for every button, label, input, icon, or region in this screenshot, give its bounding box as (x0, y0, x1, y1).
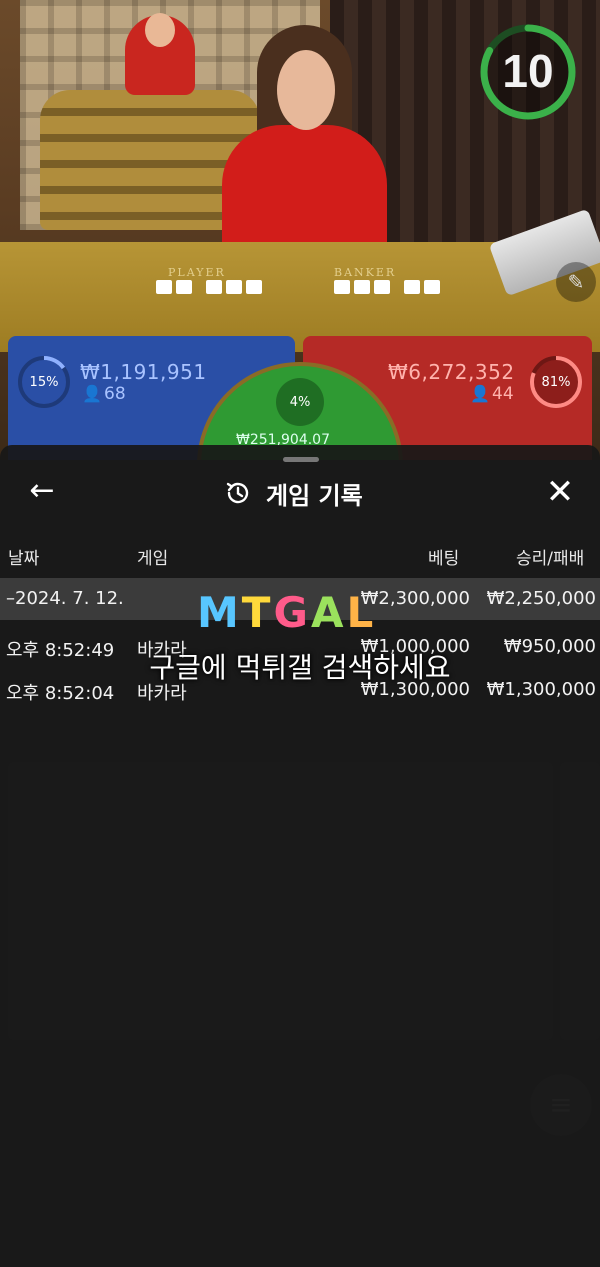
arrow-left-icon[interactable]: ← (22, 476, 62, 510)
playing-card (374, 280, 390, 294)
column-header-bet: 베팅 (428, 549, 460, 569)
playing-card (334, 280, 350, 294)
watermark-text: 구글에 먹튀갤 검색하세요 (149, 651, 451, 684)
sheet-title-bar: 게임 기록 (224, 476, 363, 510)
playing-card (404, 280, 420, 294)
playing-card (424, 280, 440, 294)
column-header-game: 게임 (137, 549, 169, 569)
sheet-drag-handle[interactable] (283, 457, 319, 462)
playing-card (206, 280, 222, 294)
history-date: –2024. 7. 12. (6, 588, 124, 609)
column-header-date: 날짜 (8, 549, 40, 569)
dealer (222, 20, 387, 260)
column-header-result: 승리/패배 (516, 549, 585, 569)
user-icon: 👤 (470, 384, 490, 403)
banker-bet-total: ₩6,272,352 (388, 360, 515, 384)
player-bet-total: ₩1,191,951 (80, 360, 207, 384)
countdown-seconds: 10 (502, 45, 554, 97)
close-icon[interactable]: ✕ (540, 472, 580, 512)
playing-card (176, 280, 192, 294)
playing-card (246, 280, 262, 294)
banker-percent: 81% (541, 374, 571, 390)
felt-label-banker: BANKER (334, 266, 397, 279)
felt-label-player: PLAYER (168, 266, 226, 279)
history-date-result-total: ₩2,250,000 (486, 588, 596, 609)
player-percent: 15% (29, 374, 59, 390)
playing-card (226, 280, 242, 294)
playing-card (156, 280, 172, 294)
user-icon: 👤 (82, 384, 102, 403)
banker-bettor-count: 44 (492, 384, 514, 404)
pencil-icon[interactable]: ✎ (556, 262, 596, 302)
player-bettor-count: 68 (104, 384, 126, 404)
background-dealer (125, 13, 195, 95)
watermark-logo: MTGAL (197, 588, 375, 637)
game-history-sheet (0, 445, 600, 1267)
history-clock-icon (226, 482, 249, 504)
playing-card (354, 280, 370, 294)
sheet-title: 게임 기록 (266, 481, 363, 510)
tie-percent: 4% (276, 378, 324, 426)
